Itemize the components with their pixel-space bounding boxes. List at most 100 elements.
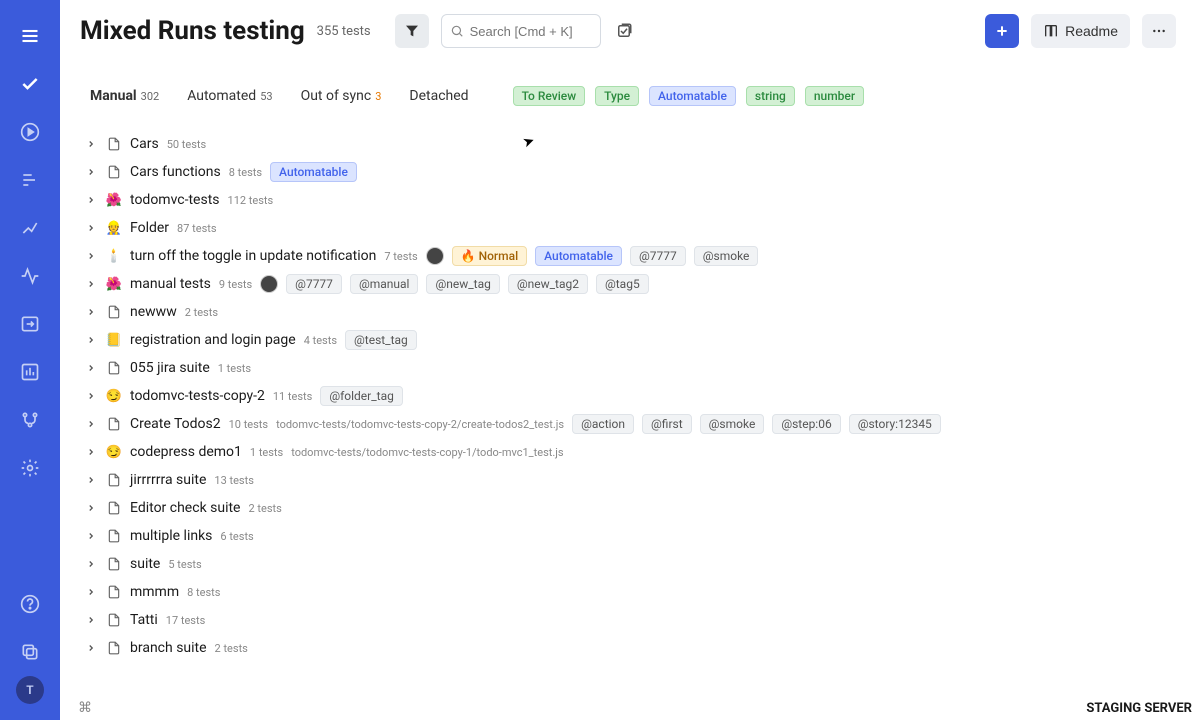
file-icon [106,136,122,152]
folder-tests-count: 1 tests [250,446,283,459]
chevron-right-icon[interactable] [84,165,98,179]
folder-path: todomvc-tests/todomvc-tests-copy-2/creat… [276,418,564,431]
folder-row[interactable]: Create Todos210 teststodomvc-tests/todom… [84,410,1176,438]
readme-button[interactable]: Readme [1031,14,1130,48]
folder-name: codepress demo1 [130,444,242,460]
add-button[interactable] [985,14,1019,48]
chevron-right-icon[interactable] [84,613,98,627]
folder-tag[interactable]: @smoke [694,246,759,266]
folder-name: multiple links [130,528,212,544]
folder-tag[interactable]: @first [642,414,692,434]
chevron-right-icon[interactable] [84,417,98,431]
chevron-right-icon[interactable] [84,249,98,263]
filter-button[interactable] [395,14,429,48]
more-button[interactable] [1142,14,1176,48]
help-icon[interactable] [14,588,46,620]
folder-row[interactable]: Tatti17 tests [84,606,1176,634]
global-tag[interactable]: Type [595,86,639,106]
tab-label: Detached [409,88,468,104]
folder-tag[interactable]: @new_tag2 [508,274,588,294]
chevron-right-icon[interactable] [84,445,98,459]
folder-tag[interactable]: @tag5 [596,274,649,294]
folder-row[interactable]: branch suite2 tests [84,634,1176,662]
folder-row[interactable]: 🕯️ turn off the toggle in update notifica… [84,242,1176,270]
tab-detached[interactable]: Detached [409,88,468,104]
global-tag[interactable]: Automatable [649,86,736,106]
folder-tag[interactable]: @test_tag [345,330,417,350]
chevron-right-icon[interactable] [84,277,98,291]
folder-row[interactable]: 🌺todomvc-tests112 tests [84,186,1176,214]
folder-name: jirrrrrra suite [130,472,206,488]
folder-row[interactable]: jirrrrrra suite 13 tests [84,466,1176,494]
chevron-right-icon[interactable] [84,361,98,375]
folder-row[interactable]: 👷Folder87 tests [84,214,1176,242]
gear-icon[interactable] [14,452,46,484]
folder-tests-count: 13 tests [214,474,253,487]
folder-tag[interactable]: 🔥 Normal [452,246,527,266]
chevron-right-icon[interactable] [84,473,98,487]
chevron-right-icon[interactable] [84,221,98,235]
chart-icon[interactable] [14,356,46,388]
folder-tag[interactable]: @action [572,414,634,434]
folder-tag[interactable]: Automatable [535,246,622,266]
folder-row[interactable]: suite5 tests [84,550,1176,578]
pulse-icon[interactable] [14,260,46,292]
play-icon[interactable] [14,116,46,148]
multiselect-button[interactable] [613,20,635,42]
branch-icon[interactable] [14,404,46,436]
folder-row[interactable]: mmmm8 tests [84,578,1176,606]
folder-row[interactable]: Editor check suite2 tests [84,494,1176,522]
folder-tag[interactable]: Automatable [270,162,357,182]
folder-row[interactable]: 055 jira suite1 tests [84,354,1176,382]
global-tag[interactable]: string [746,86,795,106]
folder-tag[interactable]: @manual [350,274,419,294]
import-icon[interactable] [14,308,46,340]
chevron-right-icon[interactable] [84,193,98,207]
assignee-avatar[interactable] [260,275,278,293]
chevron-right-icon[interactable] [84,557,98,571]
chevron-right-icon[interactable] [84,333,98,347]
tab-automated[interactable]: Automated53 [187,88,272,104]
assignee-avatar[interactable] [426,247,444,265]
folder-row[interactable]: newww2 tests [84,298,1176,326]
folder-tag[interactable]: @7777 [630,246,686,266]
folder-tag[interactable]: @folder_tag [320,386,403,406]
tab-out-of-sync[interactable]: Out of sync3 [301,88,382,104]
search-input-wrap[interactable] [441,14,601,48]
chevron-right-icon[interactable] [84,305,98,319]
chevron-right-icon[interactable] [84,389,98,403]
chevron-right-icon[interactable] [84,585,98,599]
book-icon [1043,23,1059,39]
folder-row[interactable]: 😏codepress demo11 teststodomvc-tests/tod… [84,438,1176,466]
menu-icon[interactable] [14,20,46,52]
chevron-right-icon[interactable] [84,529,98,543]
sidebar: T [0,0,60,720]
tests-count: 355 tests [317,24,371,39]
search-input[interactable] [470,24,592,39]
copy-icon[interactable] [14,636,46,668]
folder-row[interactable]: Cars50 tests [84,130,1176,158]
check-icon[interactable] [14,68,46,100]
folder-tag[interactable]: @smoke [700,414,765,434]
folder-emoji-icon: 🕯️ [106,248,122,264]
folder-name: turn off the toggle in update notificati… [130,248,376,264]
folder-row[interactable]: multiple links6 tests [84,522,1176,550]
folder-row[interactable]: 📒registration and login page4 tests@test… [84,326,1176,354]
global-tag[interactable]: To Review [513,86,586,106]
folder-row[interactable]: 😏todomvc-tests-copy-211 tests@folder_tag [84,382,1176,410]
global-tag[interactable]: number [805,86,864,106]
folder-tag[interactable]: @new_tag [426,274,499,294]
folder-tag[interactable]: @story:12345 [849,414,941,434]
plan-icon[interactable] [14,164,46,196]
steps-icon[interactable] [14,212,46,244]
folder-row[interactable]: 🌺manual tests9 tests@7777@manual@new_tag… [84,270,1176,298]
folder-row[interactable]: Cars functions8 testsAutomatable [84,158,1176,186]
user-avatar[interactable]: T [16,676,44,704]
folder-tag[interactable]: @7777 [286,274,342,294]
chevron-right-icon[interactable] [84,641,98,655]
keyboard-shortcut-icon[interactable]: ⌘ [78,700,102,718]
folder-tag[interactable]: @step:06 [772,414,840,434]
chevron-right-icon[interactable] [84,137,98,151]
chevron-right-icon[interactable] [84,501,98,515]
tab-manual[interactable]: Manual302 [90,88,159,104]
